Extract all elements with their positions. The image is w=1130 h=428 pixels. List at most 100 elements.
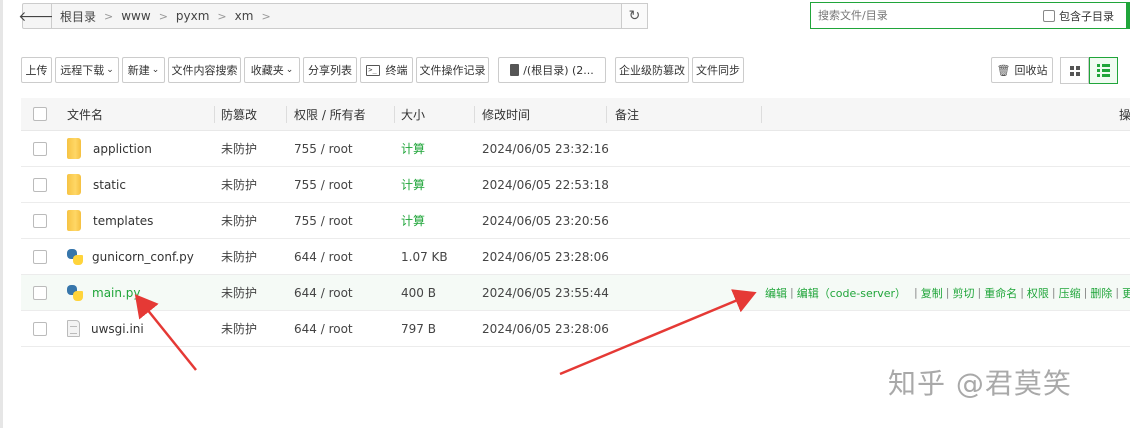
- header-perm: 权限 / 所有者: [294, 107, 366, 122]
- table-row[interactable]: static 未防护 755 / root 计算 2024/06/05 22:5…: [21, 167, 1130, 203]
- back-button[interactable]: 🡐: [18, 3, 56, 29]
- refresh-button[interactable]: ↻: [622, 3, 648, 29]
- edit-link[interactable]: 编辑: [765, 285, 787, 301]
- size-calc-link[interactable]: 计算: [401, 131, 425, 166]
- table-row[interactable]: main.py 未防护 644 / root 400 B 2024/06/05 …: [21, 275, 1130, 311]
- table-row[interactable]: gunicorn_conf.py 未防护 644 / root 1.07 KB …: [21, 239, 1130, 275]
- copy-link[interactable]: 复制: [921, 285, 943, 301]
- chevron-down-icon: ⌄: [106, 65, 114, 75]
- file-size: 1.07 KB: [401, 249, 448, 264]
- header-size[interactable]: 大小: [401, 98, 425, 130]
- row-checkbox[interactable]: [33, 321, 47, 336]
- upload-button[interactable]: 上传: [21, 57, 52, 83]
- folder-icon: [67, 138, 81, 159]
- select-all-checkbox[interactable]: [33, 107, 47, 121]
- modified-time: 2024/06/05 23:28:06: [482, 249, 609, 264]
- tamper-status: 未防护: [221, 142, 258, 156]
- modified-time: 2024/06/05 23:32:16: [482, 141, 609, 156]
- file-size: 797 B: [401, 321, 436, 336]
- more-link[interactable]: 更多: [1122, 285, 1130, 301]
- list-icon: [1097, 64, 1110, 77]
- chevron-down-icon: ⌄: [151, 65, 160, 75]
- header-note: 备注: [615, 107, 640, 122]
- refresh-icon: ↻: [628, 8, 641, 24]
- content-search-button[interactable]: 文件内容搜索: [168, 57, 241, 83]
- chevron-right-icon: >: [261, 9, 271, 23]
- file-name[interactable]: appliction: [93, 142, 152, 156]
- row-checkbox[interactable]: [33, 249, 47, 264]
- cut-link[interactable]: 剪切: [952, 285, 974, 301]
- folder-icon: [67, 210, 81, 231]
- share-list-button[interactable]: 分享列表: [303, 57, 357, 83]
- address-bar: 🡐 根目录 > www > pyxm > xm > ↻: [18, 3, 648, 29]
- chevron-down-icon: ⌄: [285, 65, 294, 75]
- edit-code-server-link[interactable]: 编辑（code-server）: [797, 285, 906, 301]
- new-button[interactable]: 新建 ⌄: [122, 57, 165, 83]
- breadcrumb-item-pyxm[interactable]: pyxm: [176, 9, 210, 23]
- file-icon: [67, 320, 80, 337]
- file-name[interactable]: uwsgi.ini: [91, 322, 144, 336]
- table-row[interactable]: uwsgi.ini 未防护 644 / root 797 B 2024/06/0…: [21, 311, 1130, 347]
- list-view-button[interactable]: [1089, 57, 1118, 84]
- terminal-button[interactable]: >_ 终端: [360, 57, 413, 83]
- size-calc-link[interactable]: 计算: [401, 167, 425, 202]
- breadcrumb-item-root[interactable]: 根目录: [60, 8, 96, 25]
- breadcrumb-item-www[interactable]: www: [121, 9, 150, 23]
- permission[interactable]: 755 / root: [294, 131, 353, 166]
- include-subdir-label: 包含子目录: [1059, 9, 1114, 23]
- file-name[interactable]: static: [93, 178, 126, 192]
- tamper-status: 未防护: [221, 322, 258, 336]
- permission[interactable]: 755 / root: [294, 167, 353, 202]
- grid-view-button[interactable]: [1060, 57, 1089, 84]
- disk-button[interactable]: /(根目录) (2...: [498, 57, 606, 83]
- row-checkbox[interactable]: [33, 213, 47, 228]
- header-name[interactable]: 文件名: [67, 98, 103, 130]
- row-checkbox[interactable]: [33, 177, 47, 192]
- permission-link[interactable]: 权限: [1027, 285, 1049, 301]
- header-op: 操: [1119, 107, 1130, 122]
- permission[interactable]: 644 / root: [294, 275, 353, 310]
- toolbar: 上传 远程下载 ⌄ 新建 ⌄ 文件内容搜索 收藏夹 ⌄ 分享列表 >_ 终端 文件操作记…: [21, 57, 747, 83]
- favorites-button[interactable]: 收藏夹 ⌄: [244, 57, 300, 83]
- recycle-bin-button[interactable]: 🗑 回收站: [991, 57, 1053, 83]
- delete-link[interactable]: 删除: [1090, 285, 1112, 301]
- size-calc-link[interactable]: 计算: [401, 203, 425, 238]
- header-tamper: 防篡改: [221, 107, 258, 122]
- search-box: 包含子目录: [810, 2, 1130, 29]
- modified-time: 2024/06/05 23:28:06: [482, 321, 609, 336]
- table-row[interactable]: appliction 未防护 755 / root 计算 2024/06/05 …: [21, 131, 1130, 167]
- remote-download-button[interactable]: 远程下载 ⌄: [55, 57, 119, 83]
- row-checkbox[interactable]: [33, 285, 47, 300]
- permission[interactable]: 644 / root: [294, 239, 353, 274]
- table-header: 文件名 防篡改 权限 / 所有者 大小 修改时间 备注 操: [21, 98, 1130, 131]
- compress-link[interactable]: 压缩: [1059, 285, 1081, 301]
- left-edge-strip: [0, 0, 3, 428]
- rename-link[interactable]: 重命名: [984, 285, 1017, 301]
- file-name[interactable]: main.py: [92, 286, 141, 300]
- breadcrumb: 根目录 > www > pyxm > xm >: [52, 3, 622, 29]
- op-log-button[interactable]: 文件操作记录: [416, 57, 489, 83]
- include-subdir-checkbox[interactable]: 包含子目录: [1043, 8, 1114, 24]
- trash-icon: 🗑: [996, 63, 1011, 77]
- table-row[interactable]: templates 未防护 755 / root 计算 2024/06/05 2…: [21, 203, 1130, 239]
- tamper-status: 未防护: [221, 214, 258, 228]
- file-name[interactable]: templates: [93, 214, 153, 228]
- modified-time: 2024/06/05 23:55:44: [482, 285, 609, 300]
- search-input[interactable]: [811, 9, 1043, 22]
- python-icon: [67, 284, 83, 301]
- file-table: 文件名 防篡改 权限 / 所有者 大小 修改时间 备注 操 appliction…: [21, 98, 1130, 347]
- tamper-status: 未防护: [221, 286, 258, 300]
- permission[interactable]: 644 / root: [294, 311, 353, 346]
- file-name[interactable]: gunicorn_conf.py: [92, 250, 194, 264]
- checkbox-icon: [1043, 9, 1055, 22]
- folder-icon: [67, 174, 81, 195]
- permission[interactable]: 755 / root: [294, 203, 353, 238]
- breadcrumb-item-xm[interactable]: xm: [235, 9, 254, 23]
- header-mtime[interactable]: 修改时间: [482, 98, 530, 130]
- arrow-left-icon: 🡐: [18, 8, 56, 25]
- python-icon: [67, 248, 83, 265]
- modified-time: 2024/06/05 23:20:56: [482, 213, 609, 228]
- row-checkbox[interactable]: [33, 141, 47, 156]
- file-sync-button[interactable]: 文件同步: [692, 57, 744, 83]
- tamper-proof-button[interactable]: 企业级防篡改: [615, 57, 689, 83]
